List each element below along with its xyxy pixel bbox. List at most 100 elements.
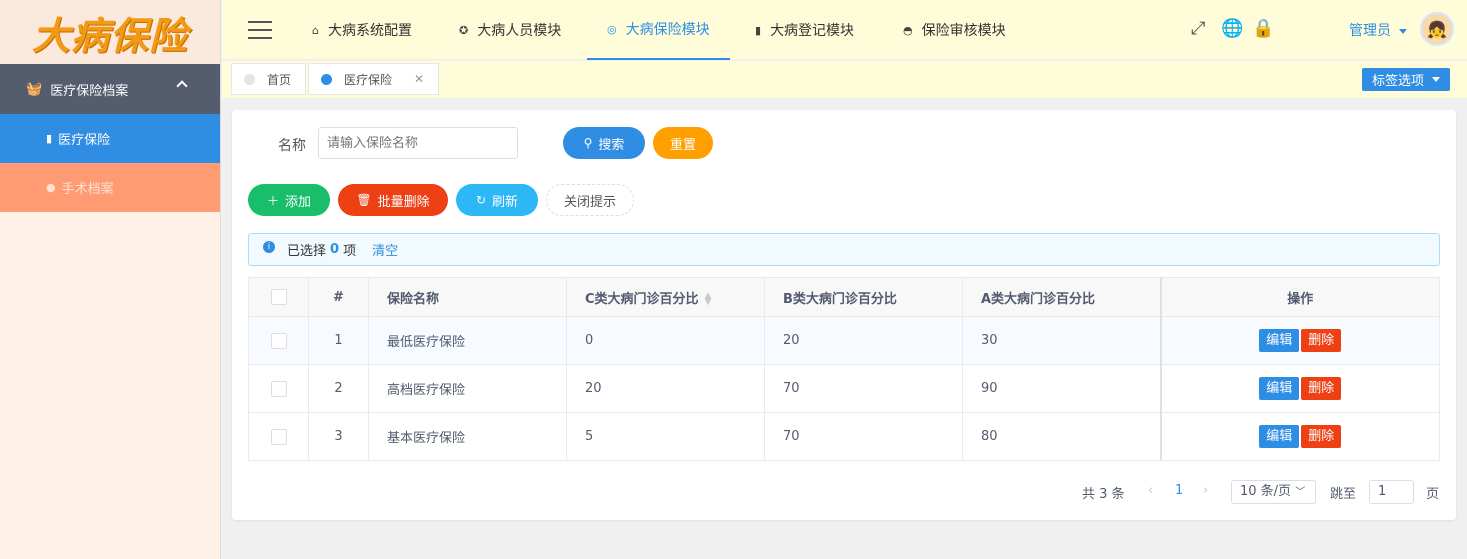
tag-options-button[interactable]: 标签选项 xyxy=(1362,68,1451,91)
cell-index: 1 xyxy=(308,316,369,365)
clear-selection-link[interactable]: 清空 xyxy=(372,240,398,259)
nav-tab-label: 大病人员模块 xyxy=(477,23,562,39)
page-size-value: 10 条/页 xyxy=(1240,484,1292,499)
globe-icon[interactable]: 🌐 xyxy=(1221,18,1243,39)
lock-icon[interactable]: 🔒 xyxy=(1252,18,1274,39)
column-header-a-percent: A类大病门诊百分比 xyxy=(962,277,1161,317)
row-checkbox[interactable] xyxy=(270,380,287,397)
close-tip-button[interactable]: 关闭提示 xyxy=(546,184,634,216)
insurance-icon: ◎ xyxy=(607,22,617,36)
refresh-icon: ↻ xyxy=(475,193,487,207)
close-tip-label: 关闭提示 xyxy=(563,194,616,210)
cell-b-percent: 20 xyxy=(764,316,963,365)
tag-label: 首页 xyxy=(267,72,292,87)
row-select-cell xyxy=(248,364,309,413)
delete-button[interactable]: 删除 xyxy=(1301,377,1342,400)
caret-down-icon xyxy=(1432,77,1441,82)
cell-b-percent: 70 xyxy=(764,364,963,413)
menu-toggle-icon[interactable] xyxy=(248,21,272,39)
nav-tab-system-config[interactable]: ⌂ 大病系统配置 xyxy=(312,0,412,60)
sidebar-item-medical-insurance[interactable]: ▮ 医疗保险 xyxy=(0,114,220,163)
sidebar: 大病保险 🧺 医疗保险档案 ▮ 医疗保险 ● 手术档案 xyxy=(0,0,221,559)
sidebar-item-surgery-archive[interactable]: ● 手术档案 xyxy=(0,163,220,212)
select-all-cell xyxy=(248,277,309,317)
cell-actions: 编辑 删除 xyxy=(1159,316,1440,365)
name-label: 名称 xyxy=(278,138,306,154)
column-header-actions: 操作 xyxy=(1159,277,1440,317)
status-dot-icon xyxy=(321,73,332,85)
nav-tab-registration[interactable]: ▮ 大病登记模块 xyxy=(755,0,854,60)
prev-page-icon[interactable]: ‹ xyxy=(1148,483,1153,498)
column-header-label: C类大病门诊百分比 xyxy=(585,291,699,307)
selection-count: 0 xyxy=(330,242,340,257)
page-number[interactable]: 1 xyxy=(1175,483,1183,498)
content-card: 名称 ⚲ 搜索 重置 ＋ 添加 🗑 批量删除 ↻ 刷新 关闭提示 i 已选择 0… xyxy=(232,110,1456,520)
sidebar-group-medical-archive[interactable]: 🧺 医疗保险档案 xyxy=(0,64,220,114)
user-menu[interactable]: 管理员 xyxy=(1349,20,1407,40)
page-unit-label: 页 xyxy=(1426,487,1440,502)
cell-b-percent: 70 xyxy=(764,412,963,461)
edit-button[interactable]: 编辑 xyxy=(1259,377,1300,400)
tag-medical-insurance[interactable]: 医疗保险 ✕ xyxy=(308,63,440,95)
nav-tab-personnel[interactable]: ✪ 大病人员模块 xyxy=(459,0,561,60)
page-size-select[interactable]: 10 条/页 ﹀ xyxy=(1231,480,1316,504)
table-row: 2 高档医疗保险 20 70 90 编辑 删除 xyxy=(248,364,1440,413)
next-page-icon[interactable]: › xyxy=(1203,483,1208,498)
nav-tab-insurance[interactable]: ◎ 大病保险模块 xyxy=(587,0,730,60)
name-search-input[interactable] xyxy=(318,127,518,159)
fullscreen-icon[interactable]: ⤢ xyxy=(1191,18,1205,39)
select-all-checkbox[interactable] xyxy=(270,289,287,305)
cell-name: 最低医疗保险 xyxy=(368,316,567,365)
sidebar-group-label: 医疗保险档案 xyxy=(50,83,129,99)
cell-actions: 编辑 删除 xyxy=(1159,412,1440,461)
cell-a-percent: 80 xyxy=(962,412,1161,461)
caret-down-icon xyxy=(1399,28,1407,34)
cell-a-percent: 30 xyxy=(962,316,1161,365)
pagination: 共 3 条 ‹ 1 › 10 条/页 ﹀ 跳至 1 页 xyxy=(232,480,1456,504)
row-select-cell xyxy=(248,316,309,365)
column-header-b-percent: B类大病门诊百分比 xyxy=(764,277,963,317)
row-checkbox[interactable] xyxy=(270,428,287,445)
row-checkbox[interactable] xyxy=(270,332,287,349)
add-button[interactable]: ＋ 添加 xyxy=(248,184,330,216)
column-header-c-percent[interactable]: C类大病门诊百分比 ▲ ▼ xyxy=(566,277,765,317)
edit-button[interactable]: 编辑 xyxy=(1259,329,1300,352)
tag-home[interactable]: 首页 xyxy=(231,63,307,95)
total-count: 共 3 条 xyxy=(1082,487,1125,502)
nav-tab-label: 保险审核模块 xyxy=(921,23,1006,39)
reset-button[interactable]: 重置 xyxy=(653,127,713,159)
nav-tab-label: 大病系统配置 xyxy=(327,23,412,39)
basket-icon: 🧺 xyxy=(26,81,43,97)
tag-label: 医疗保险 xyxy=(344,72,393,87)
status-dot-icon xyxy=(244,73,255,85)
jump-input[interactable]: 1 xyxy=(1369,480,1414,504)
chevron-up-icon xyxy=(176,80,188,92)
edit-button[interactable]: 编辑 xyxy=(1259,425,1300,448)
trash-icon: 🗑 xyxy=(356,193,372,207)
close-icon[interactable]: ✕ xyxy=(414,72,424,86)
table-row: 1 最低医疗保险 0 20 30 编辑 删除 xyxy=(248,316,1440,365)
app-logo[interactable]: 大病保险 xyxy=(0,0,220,64)
selection-suffix: 项 xyxy=(343,244,357,259)
plus-icon: ＋ xyxy=(266,193,279,208)
sort-icon[interactable]: ▲ ▼ xyxy=(705,292,712,307)
delete-button[interactable]: 删除 xyxy=(1301,425,1342,448)
avatar[interactable]: 👧 xyxy=(1420,12,1454,46)
batch-delete-button[interactable]: 🗑 批量删除 xyxy=(338,184,448,216)
search-icon: ⚲ xyxy=(583,136,593,150)
cell-index: 3 xyxy=(308,412,369,461)
sidebar-item-label: 医疗保险 xyxy=(58,133,111,148)
cell-index: 2 xyxy=(308,364,369,413)
nav-tab-audit[interactable]: ◓ 保险审核模块 xyxy=(903,0,1006,60)
refresh-button-label: 刷新 xyxy=(492,194,519,210)
tag-bar: 首页 医疗保险 ✕ 标签选项 xyxy=(222,61,1467,98)
search-button[interactable]: ⚲ 搜索 xyxy=(563,127,645,159)
refresh-button[interactable]: ↻ 刷新 xyxy=(456,184,538,216)
user-name: 管理员 xyxy=(1349,23,1391,39)
jump-label: 跳至 xyxy=(1330,487,1357,502)
info-icon: i xyxy=(263,240,275,253)
home-icon: ⌂ xyxy=(312,23,319,37)
search-button-label: 搜索 xyxy=(598,137,625,153)
delete-button[interactable]: 删除 xyxy=(1301,329,1342,352)
insurance-table: # 保险名称 C类大病门诊百分比 ▲ ▼ B类大病门诊百分比 A类大病门诊百分比 操… xyxy=(248,277,1440,461)
